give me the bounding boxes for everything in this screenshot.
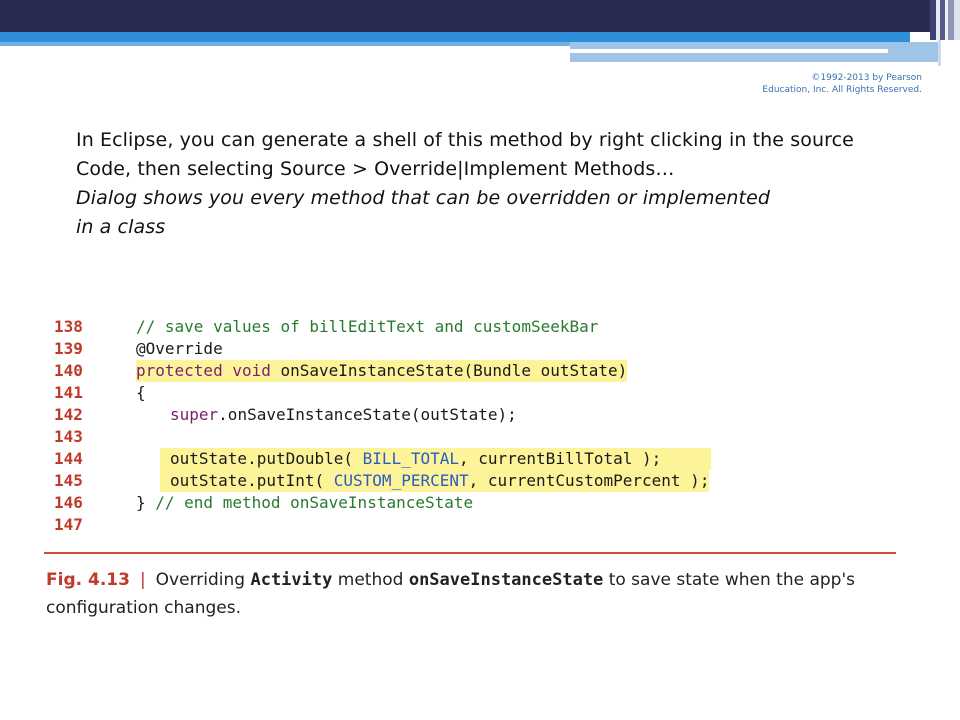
- line-number: 145: [54, 471, 83, 490]
- header-dark-bar: [0, 0, 930, 32]
- code-comment: // end method onSaveInstanceState: [155, 493, 474, 512]
- line-number: 146: [54, 493, 83, 512]
- code-annotation: @Override: [136, 339, 223, 358]
- line-number: 140: [54, 361, 83, 380]
- line-number: 139: [54, 339, 83, 358]
- figure-divider: [44, 552, 896, 554]
- code-line-140: 140 protected void onSaveInstanceState(B…: [40, 360, 900, 382]
- header-blue-bar: [0, 32, 910, 42]
- code-line-145: 145 outState.putInt( CUSTOM_PERCENT, cur…: [40, 470, 900, 492]
- caption-class-name: Activity: [250, 570, 333, 590]
- code-brace: }: [136, 493, 156, 512]
- code-keyword: protected void: [136, 361, 271, 380]
- code-open-brace: {: [136, 383, 146, 402]
- figure-caption: Fig. 4.13 | Overriding Activity method onS…: [46, 566, 896, 622]
- line-number: 138: [54, 317, 83, 336]
- code-comment: // save values of billEditText and custo…: [136, 317, 599, 336]
- line-number: 142: [54, 405, 83, 424]
- code-super-call: super.onSaveInstanceState(outState);: [170, 404, 517, 426]
- header-stripes: [930, 0, 960, 40]
- caption-method-name: onSaveInstanceState: [408, 570, 604, 590]
- header-blue-shade: [0, 42, 570, 46]
- code-call-end: , currentBillTotal );: [458, 449, 662, 468]
- code-line-144: 144 outState.putDouble( BILL_TOTAL, curr…: [40, 448, 900, 470]
- line-number: 144: [54, 449, 83, 468]
- code-constant: CUSTOM_PERCENT: [333, 471, 469, 490]
- code-figure: 138 // save values of billEditText and c…: [40, 312, 900, 632]
- code-method-signature: protected void onSaveInstanceState(Bundl…: [136, 360, 628, 382]
- code-line-138: 138 // save values of billEditText and c…: [40, 316, 900, 338]
- copyright-notice: ©1992-2013 by Pearson Education, Inc. Al…: [762, 73, 922, 95]
- body-line-4: in a class: [76, 216, 166, 238]
- header-white-line: [570, 49, 888, 53]
- slide-body-text: In Eclipse, you can generate a shell of …: [76, 126, 906, 242]
- code-call-end: , currentCustomPercent );: [468, 471, 710, 490]
- code-constant: BILL_TOTAL: [362, 449, 459, 468]
- code-line-143: 143: [40, 426, 900, 448]
- code-put-int: outState.putInt( CUSTOM_PERCENT, current…: [160, 470, 710, 492]
- code-keyword: super: [170, 405, 219, 424]
- body-line-2: Code, then selecting Source > Override|I…: [76, 158, 675, 180]
- body-line-1: In Eclipse, you can generate a shell of …: [76, 129, 854, 151]
- code-put-double: outState.putDouble( BILL_TOTAL, currentB…: [160, 448, 712, 470]
- line-number: 143: [54, 427, 83, 446]
- figure-label: Fig. 4.13: [46, 570, 130, 590]
- code-call-start: outState.putInt(: [170, 471, 334, 490]
- code-line-146: 146 } // end method onSaveInstanceState: [40, 492, 900, 514]
- code-line-141: 141 {: [40, 382, 900, 404]
- body-line-3: Dialog shows you every method that can b…: [76, 187, 771, 209]
- header-right-line: [938, 40, 941, 66]
- code-signature-rest: onSaveInstanceState(Bundle outState): [270, 361, 628, 380]
- code-close-brace: } // end method onSaveInstanceState: [136, 492, 473, 514]
- line-number: 147: [54, 515, 83, 534]
- figure-separator: |: [139, 570, 146, 590]
- code-call-start: outState.putDouble(: [170, 449, 363, 468]
- caption-text-2: method: [332, 570, 409, 590]
- line-number: 141: [54, 383, 83, 402]
- caption-text-1: Overriding: [155, 570, 251, 590]
- code-line-142: 142 super.onSaveInstanceState(outState);: [40, 404, 900, 426]
- code-super-rest: .onSaveInstanceState(outState);: [218, 405, 517, 424]
- code-line-139: 139 @Override: [40, 338, 900, 360]
- code-line-147: 147: [40, 514, 900, 536]
